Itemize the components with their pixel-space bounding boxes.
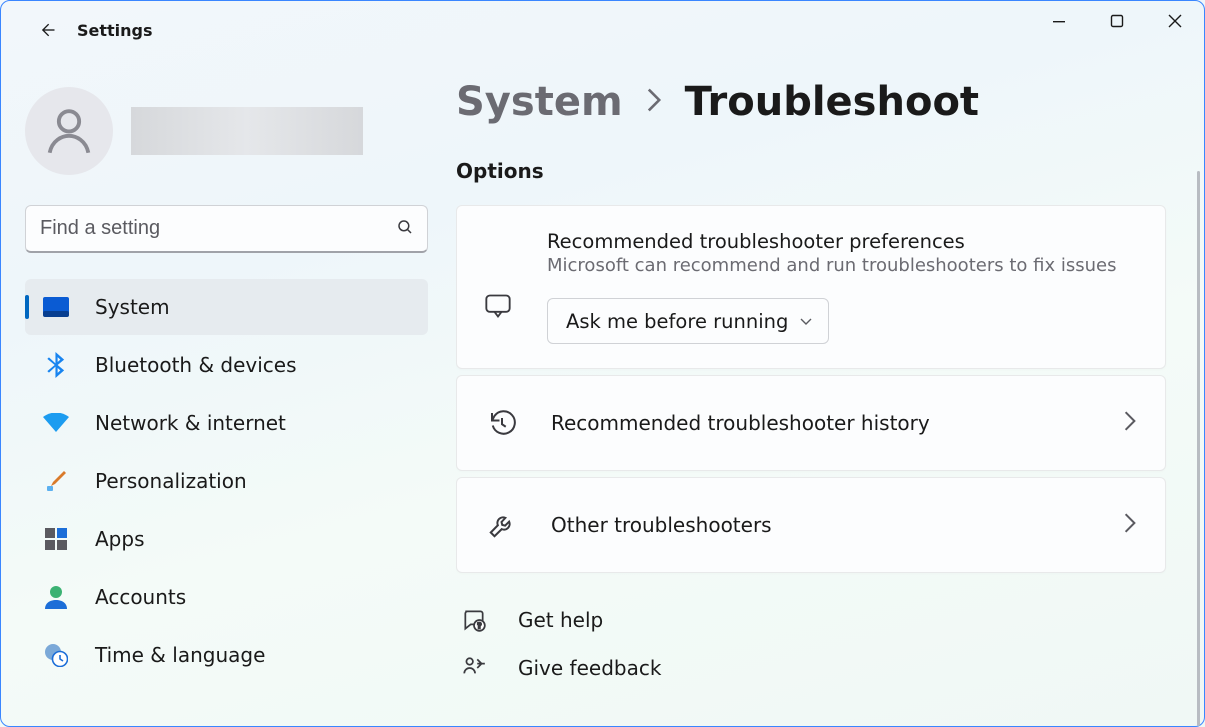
sidebar-item-bluetooth[interactable]: Bluetooth & devices bbox=[25, 337, 428, 393]
options-heading: Options bbox=[456, 159, 1166, 183]
sidebar-item-label: Bluetooth & devices bbox=[95, 353, 297, 377]
chevron-right-icon bbox=[1123, 410, 1137, 436]
search-icon bbox=[396, 218, 414, 240]
history-icon bbox=[487, 408, 517, 438]
brush-icon bbox=[43, 468, 69, 494]
card-troubleshooter-history[interactable]: Recommended troubleshooter history bbox=[456, 375, 1166, 471]
clock-globe-icon bbox=[43, 642, 69, 668]
close-button[interactable] bbox=[1146, 1, 1204, 41]
give-feedback-link[interactable]: Give feedback bbox=[456, 655, 1166, 681]
feedback-icon bbox=[460, 655, 488, 681]
help-icon: ? bbox=[460, 607, 488, 633]
sidebar-item-label: Time & language bbox=[95, 643, 265, 667]
sidebar-item-label: Accounts bbox=[95, 585, 186, 609]
back-button[interactable] bbox=[27, 10, 67, 50]
vertical-scrollbar[interactable] bbox=[1197, 171, 1200, 726]
breadcrumb: System Troubleshoot bbox=[456, 79, 1166, 125]
minimize-button[interactable] bbox=[1030, 1, 1088, 41]
get-help-link[interactable]: ? Get help bbox=[456, 607, 1166, 633]
chevron-right-icon bbox=[1123, 512, 1137, 538]
search-wrap bbox=[25, 205, 428, 253]
sidebar: System Bluetooth & devices Network & int… bbox=[1, 59, 456, 726]
maximize-icon bbox=[1110, 14, 1124, 28]
back-arrow-icon bbox=[37, 20, 57, 40]
sidebar-item-label: System bbox=[95, 295, 170, 319]
bluetooth-icon bbox=[43, 352, 69, 378]
search-input[interactable] bbox=[25, 205, 428, 253]
system-icon bbox=[43, 294, 69, 320]
sidebar-item-network[interactable]: Network & internet bbox=[25, 395, 428, 451]
row-label: Recommended troubleshooter history bbox=[551, 411, 1089, 435]
sidebar-item-accounts[interactable]: Accounts bbox=[25, 569, 428, 625]
sidebar-item-system[interactable]: System bbox=[25, 279, 428, 335]
main-panel: System Troubleshoot Options Recommended … bbox=[456, 59, 1204, 726]
sidebar-item-label: Personalization bbox=[95, 469, 247, 493]
chevron-right-icon bbox=[645, 87, 663, 117]
card-other-troubleshooters[interactable]: Other troubleshooters bbox=[456, 477, 1166, 573]
content: System Bluetooth & devices Network & int… bbox=[1, 59, 1204, 726]
titlebar: Settings bbox=[1, 1, 1204, 59]
avatar bbox=[25, 87, 113, 175]
sidebar-item-personalization[interactable]: Personalization bbox=[25, 453, 428, 509]
sidebar-item-label: Network & internet bbox=[95, 411, 286, 435]
wrench-icon bbox=[487, 510, 517, 540]
pref-dropdown[interactable]: Ask me before running bbox=[547, 298, 829, 344]
pref-subtitle: Microsoft can recommend and run troubles… bbox=[547, 255, 1139, 276]
profile-name-redacted bbox=[131, 107, 363, 155]
row-label: Other troubleshooters bbox=[551, 513, 1089, 537]
window-controls bbox=[1030, 1, 1204, 41]
pref-title: Recommended troubleshooter preferences bbox=[547, 230, 1139, 253]
breadcrumb-current: Troubleshoot bbox=[685, 79, 979, 125]
nav: System Bluetooth & devices Network & int… bbox=[25, 279, 428, 683]
profile-block[interactable] bbox=[25, 87, 428, 175]
chevron-down-icon bbox=[798, 313, 814, 329]
sidebar-item-apps[interactable]: Apps bbox=[25, 511, 428, 567]
apps-icon bbox=[43, 526, 69, 552]
svg-text:?: ? bbox=[477, 622, 481, 631]
dropdown-value: Ask me before running bbox=[566, 310, 788, 333]
sidebar-item-label: Apps bbox=[95, 527, 145, 551]
breadcrumb-parent[interactable]: System bbox=[456, 79, 623, 125]
close-icon bbox=[1168, 14, 1182, 28]
app-title: Settings bbox=[77, 21, 153, 40]
chat-icon bbox=[483, 268, 513, 344]
wifi-icon bbox=[43, 410, 69, 436]
card-troubleshooter-preferences: Recommended troubleshooter preferences M… bbox=[456, 205, 1166, 369]
accounts-icon bbox=[43, 584, 69, 610]
link-label: Get help bbox=[518, 608, 603, 632]
link-label: Give feedback bbox=[518, 656, 661, 680]
person-icon bbox=[40, 102, 98, 160]
sidebar-item-time-language[interactable]: Time & language bbox=[25, 627, 428, 683]
help-links: ? Get help Give feedback bbox=[456, 607, 1166, 681]
minimize-icon bbox=[1052, 14, 1066, 28]
maximize-button[interactable] bbox=[1088, 1, 1146, 41]
